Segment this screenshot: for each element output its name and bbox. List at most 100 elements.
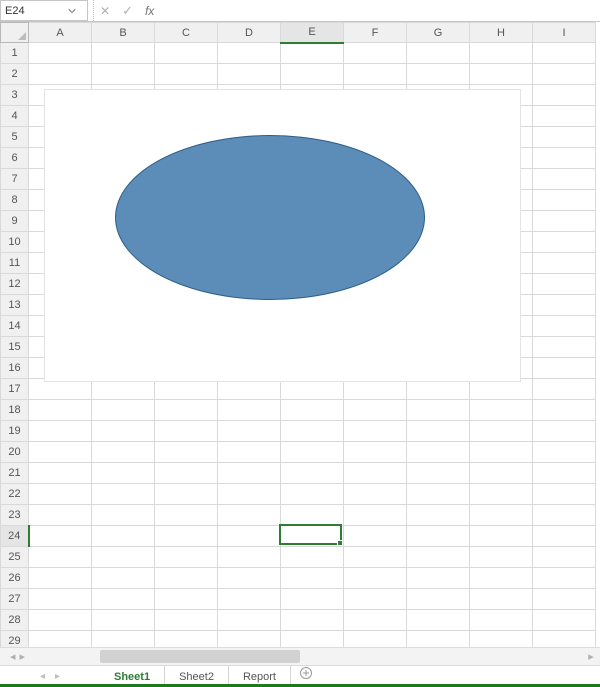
cell-B20[interactable] (92, 442, 155, 463)
horizontal-scrollbar[interactable]: ◂ ▸ ▸ (0, 647, 600, 665)
cell-I13[interactable] (533, 295, 596, 316)
cell-I20[interactable] (533, 442, 596, 463)
cell-C24[interactable] (155, 526, 218, 547)
cell-F28[interactable] (344, 610, 407, 631)
cell-F18[interactable] (344, 400, 407, 421)
cell-F19[interactable] (344, 421, 407, 442)
nav-prev-icon[interactable]: ◂ (10, 650, 16, 663)
cell-E27[interactable] (281, 589, 344, 610)
row-header-8[interactable]: 8 (1, 190, 29, 211)
cell-H26[interactable] (470, 568, 533, 589)
cell-I23[interactable] (533, 505, 596, 526)
cell-H28[interactable] (470, 610, 533, 631)
cell-I22[interactable] (533, 484, 596, 505)
cell-E19[interactable] (281, 421, 344, 442)
cell-E23[interactable] (281, 505, 344, 526)
column-header-F[interactable]: F (344, 23, 407, 43)
cell-H22[interactable] (470, 484, 533, 505)
cell-C20[interactable] (155, 442, 218, 463)
cell-A21[interactable] (29, 463, 92, 484)
row-header-5[interactable]: 5 (1, 127, 29, 148)
cell-I9[interactable] (533, 211, 596, 232)
row-header-1[interactable]: 1 (1, 43, 29, 64)
cell-C18[interactable] (155, 400, 218, 421)
cell-H20[interactable] (470, 442, 533, 463)
row-header-10[interactable]: 10 (1, 232, 29, 253)
cell-C22[interactable] (155, 484, 218, 505)
select-all-corner[interactable] (1, 23, 29, 43)
column-header-D[interactable]: D (218, 23, 281, 43)
cell-B27[interactable] (92, 589, 155, 610)
cell-D1[interactable] (218, 43, 281, 64)
row-header-12[interactable]: 12 (1, 274, 29, 295)
cell-I27[interactable] (533, 589, 596, 610)
row-header-6[interactable]: 6 (1, 148, 29, 169)
cell-D28[interactable] (218, 610, 281, 631)
column-header-B[interactable]: B (92, 23, 155, 43)
cell-F27[interactable] (344, 589, 407, 610)
cell-E25[interactable] (281, 547, 344, 568)
cell-H18[interactable] (470, 400, 533, 421)
cell-D24[interactable] (218, 526, 281, 547)
cell-H27[interactable] (470, 589, 533, 610)
cell-C21[interactable] (155, 463, 218, 484)
cell-E22[interactable] (281, 484, 344, 505)
cell-C27[interactable] (155, 589, 218, 610)
cell-E26[interactable] (281, 568, 344, 589)
column-header-H[interactable]: H (470, 23, 533, 43)
cell-A27[interactable] (29, 589, 92, 610)
column-header-A[interactable]: A (29, 23, 92, 43)
column-header-G[interactable]: G (407, 23, 470, 43)
cell-C26[interactable] (155, 568, 218, 589)
name-box-input[interactable] (5, 5, 61, 17)
cell-C28[interactable] (155, 610, 218, 631)
row-header-16[interactable]: 16 (1, 358, 29, 379)
cell-G24[interactable] (407, 526, 470, 547)
nav-next-icon[interactable]: ▸ (20, 650, 26, 663)
cell-F24[interactable] (344, 526, 407, 547)
cell-F1[interactable] (344, 43, 407, 64)
cell-A18[interactable] (29, 400, 92, 421)
new-sheet-button[interactable] (291, 666, 321, 680)
cell-B22[interactable] (92, 484, 155, 505)
confirm-icon[interactable]: ✓ (122, 4, 133, 17)
cell-G27[interactable] (407, 589, 470, 610)
row-header-13[interactable]: 13 (1, 295, 29, 316)
row-header-28[interactable]: 28 (1, 610, 29, 631)
cell-I10[interactable] (533, 232, 596, 253)
cell-E21[interactable] (281, 463, 344, 484)
cell-I7[interactable] (533, 169, 596, 190)
cell-D25[interactable] (218, 547, 281, 568)
cell-I12[interactable] (533, 274, 596, 295)
cell-C1[interactable] (155, 43, 218, 64)
cell-C2[interactable] (155, 64, 218, 85)
cell-A25[interactable] (29, 547, 92, 568)
cell-E28[interactable] (281, 610, 344, 631)
cell-I24[interactable] (533, 526, 596, 547)
column-header-C[interactable]: C (155, 23, 218, 43)
cell-D23[interactable] (218, 505, 281, 526)
row-header-24[interactable]: 24 (1, 526, 29, 547)
cell-B23[interactable] (92, 505, 155, 526)
cell-A1[interactable] (29, 43, 92, 64)
cancel-icon[interactable]: ✕ (100, 5, 110, 17)
row-header-25[interactable]: 25 (1, 547, 29, 568)
scrollbar-thumb[interactable] (100, 650, 300, 663)
ellipse-shape[interactable] (115, 135, 425, 300)
cell-D26[interactable] (218, 568, 281, 589)
cell-H19[interactable] (470, 421, 533, 442)
row-header-23[interactable]: 23 (1, 505, 29, 526)
row-header-9[interactable]: 9 (1, 211, 29, 232)
cell-I2[interactable] (533, 64, 596, 85)
cell-B25[interactable] (92, 547, 155, 568)
cell-D19[interactable] (218, 421, 281, 442)
column-header-E[interactable]: E (281, 23, 344, 43)
cell-I15[interactable] (533, 337, 596, 358)
cell-I6[interactable] (533, 148, 596, 169)
cell-D27[interactable] (218, 589, 281, 610)
row-header-11[interactable]: 11 (1, 253, 29, 274)
row-header-15[interactable]: 15 (1, 337, 29, 358)
cell-F25[interactable] (344, 547, 407, 568)
cell-F21[interactable] (344, 463, 407, 484)
cell-I11[interactable] (533, 253, 596, 274)
